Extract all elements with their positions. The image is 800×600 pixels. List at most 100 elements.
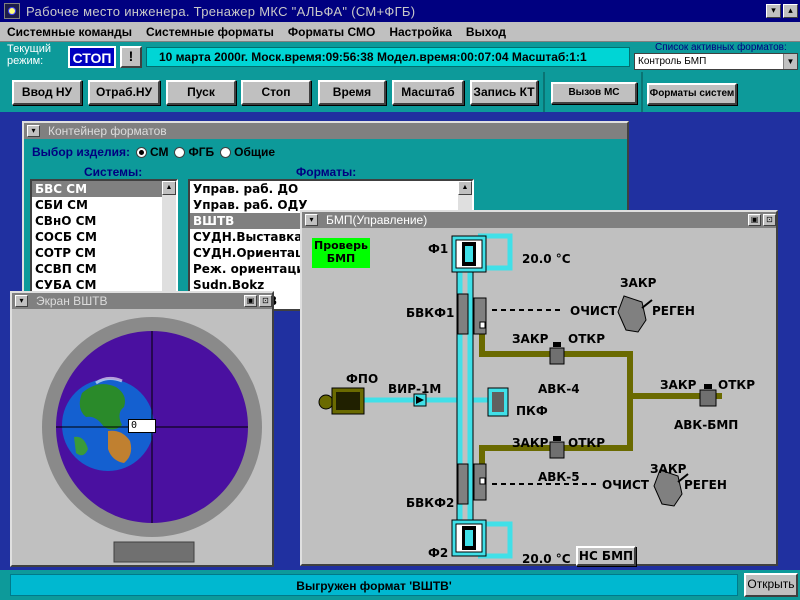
list-item[interactable]: СОСБ СМ	[32, 229, 176, 245]
title-bar: Рабочее место инженера. Тренажер МКС "АЛ…	[0, 0, 800, 22]
toolbar-separator	[543, 72, 545, 112]
maximize-button[interactable]: ▴	[783, 4, 798, 18]
system-menu-icon[interactable]: ▾	[15, 295, 28, 307]
regen2-label[interactable]: РЕГЕН	[684, 478, 727, 492]
vir-label: ВИР-1М	[388, 382, 442, 396]
bmp-titlebar[interactable]: ▾ БМП(Управление) ▣ ⊡	[302, 212, 776, 228]
filter-f2-icon[interactable]	[451, 519, 487, 557]
active-formats-label: Список активных форматов:	[655, 42, 787, 53]
bvkf2-label: БВКФ2	[406, 496, 455, 510]
bmp-control-window: ▾ БМП(Управление) ▣ ⊡ Проверь БМП Ф1 20.…	[300, 210, 778, 566]
systems-list[interactable]: БВС СМ СБИ СМ СВнО СМ СОСБ СМ СОТР СМ СС…	[30, 179, 178, 309]
otkr2-label[interactable]: ОТКР	[568, 332, 605, 346]
valve-avkbmp-icon[interactable]	[699, 384, 717, 407]
radio-fgb-label[interactable]: ФГБ	[188, 145, 214, 159]
mode-badge: СТОП	[68, 46, 116, 68]
radio-fgb[interactable]	[174, 146, 186, 158]
maximize-icon[interactable]: ▣	[748, 214, 761, 226]
menu-bar: Системные команды Системные форматы Форм…	[0, 22, 800, 42]
system-formats-button[interactable]: Форматы систем	[647, 83, 737, 105]
menu-system-commands[interactable]: Системные команды	[0, 25, 139, 39]
format-container-title: Контейнер форматов	[48, 124, 167, 138]
time-button[interactable]: Время	[318, 80, 386, 105]
mode-label: Текущий режим:	[7, 43, 51, 67]
avkbmp-label: АВК-БМП	[674, 418, 739, 432]
record-kt-button[interactable]: Запись КТ	[470, 80, 538, 105]
systems-scrollbar[interactable]: ▲ ▼	[162, 181, 176, 307]
list-item[interactable]: ССВП СМ	[32, 261, 176, 277]
avk5-label: АВК-5	[538, 470, 580, 484]
minimize-button[interactable]: ▾	[766, 4, 781, 18]
valve-avk4-icon[interactable]	[549, 342, 565, 365]
list-item[interactable]: СОТР СМ	[32, 245, 176, 261]
vshtv-titlebar[interactable]: ▾ Экран ВШТВ ▣ ⊡	[12, 293, 272, 309]
check-bmp-line1: Проверь	[314, 239, 368, 252]
toolbar-separator	[641, 72, 643, 112]
regen1-label[interactable]: РЕГЕН	[652, 304, 695, 318]
zakr5-label[interactable]: ЗАКР	[650, 462, 686, 476]
zakr4-label[interactable]: ЗАКР	[512, 436, 548, 450]
olive-pipes	[479, 324, 722, 482]
alert-button[interactable]: !	[120, 46, 142, 68]
restore-icon[interactable]: ⊡	[259, 295, 272, 307]
start-button[interactable]: Пуск	[166, 80, 236, 105]
pkf-label: ПКФ	[516, 404, 548, 418]
menu-exit[interactable]: Выход	[459, 25, 513, 39]
avk4-label: АВК-4	[538, 382, 580, 396]
menu-smo-formats[interactable]: Форматы СМО	[281, 25, 382, 39]
dropdown-arrow-icon[interactable]: ▼	[783, 54, 797, 69]
maximize-icon[interactable]: ▣	[244, 295, 257, 307]
list-item[interactable]: БВС СМ	[32, 181, 176, 197]
ochist2-label[interactable]: ОЧИСТ	[602, 478, 649, 492]
fpo-label: ФПО	[346, 372, 379, 386]
zakr3-label[interactable]: ЗАКР	[660, 378, 696, 392]
radio-common[interactable]	[220, 146, 232, 158]
regen1-valve-icon[interactable]	[617, 295, 653, 333]
scale-button[interactable]: Масштаб	[392, 80, 464, 105]
system-menu-icon[interactable]: ▾	[27, 125, 40, 137]
radio-sm-label[interactable]: СМ	[150, 145, 169, 159]
input-nu-button[interactable]: Ввод НУ	[12, 80, 82, 105]
bvkf1-label: БВКФ1	[406, 306, 455, 320]
process-nu-button[interactable]: Отраб.НУ	[88, 80, 160, 105]
valve-avk5-icon[interactable]	[549, 436, 565, 459]
product-choice-label: Выбор изделия:	[32, 145, 130, 159]
list-item[interactable]: СБИ СМ	[32, 197, 176, 213]
vshtv-title: Экран ВШТВ	[36, 294, 108, 308]
otkr3-label[interactable]: ОТКР	[718, 378, 755, 392]
zakr1-label[interactable]: ЗАКР	[620, 276, 656, 290]
system-menu-icon[interactable]: ▾	[305, 214, 318, 226]
scroll-up-icon[interactable]: ▲	[162, 181, 176, 195]
scroll-up-icon[interactable]: ▲	[458, 181, 472, 195]
call-ms-button[interactable]: Вызов МС	[551, 82, 637, 104]
fpo-unit-icon[interactable]	[318, 387, 365, 415]
f2-label: Ф2	[428, 546, 449, 560]
clock-readout: 10 марта 2000г. Моск.время:09:56:38 Моде…	[146, 47, 630, 67]
filter-f1-icon[interactable]	[451, 235, 487, 273]
active-formats-value: Контроль БМП	[638, 56, 707, 67]
otkr4-label[interactable]: ОТКР	[568, 436, 605, 450]
pkf-unit-icon[interactable]	[487, 387, 509, 417]
status-message: Выгружен формат 'ВШТВ'	[10, 574, 738, 596]
menu-system-formats[interactable]: Системные форматы	[139, 25, 281, 39]
list-item[interactable]: Управ. раб. ДО	[190, 181, 472, 197]
radio-common-label[interactable]: Общие	[234, 145, 275, 159]
footer-bar: Выгружен формат 'ВШТВ' Открыть	[0, 570, 800, 600]
menu-settings[interactable]: Настройка	[382, 25, 459, 39]
ochist1-label[interactable]: ОЧИСТ	[570, 304, 617, 318]
check-bmp-indicator[interactable]: Проверь БМП	[312, 238, 370, 268]
active-formats-select[interactable]: Контроль БМП ▼	[634, 53, 798, 70]
app-icon[interactable]	[4, 3, 20, 19]
zakr2-label[interactable]: ЗАКР	[512, 332, 548, 346]
radio-sm[interactable]	[135, 146, 147, 158]
vshtv-screen-window: ▾ Экран ВШТВ ▣ ⊡ 0	[10, 291, 274, 567]
stop-button[interactable]: Стоп	[241, 80, 311, 105]
formats-header: Форматы:	[296, 165, 357, 179]
ns-bmp-button[interactable]: НС БМП	[576, 546, 636, 566]
restore-icon[interactable]: ⊡	[763, 214, 776, 226]
list-item[interactable]: СВнО СМ	[32, 213, 176, 229]
format-container-titlebar[interactable]: ▾ Контейнер форматов	[24, 123, 627, 139]
open-button[interactable]: Открыть	[744, 573, 798, 597]
vshtv-readout: 0	[128, 419, 156, 433]
vshtv-view-svg	[42, 317, 262, 563]
